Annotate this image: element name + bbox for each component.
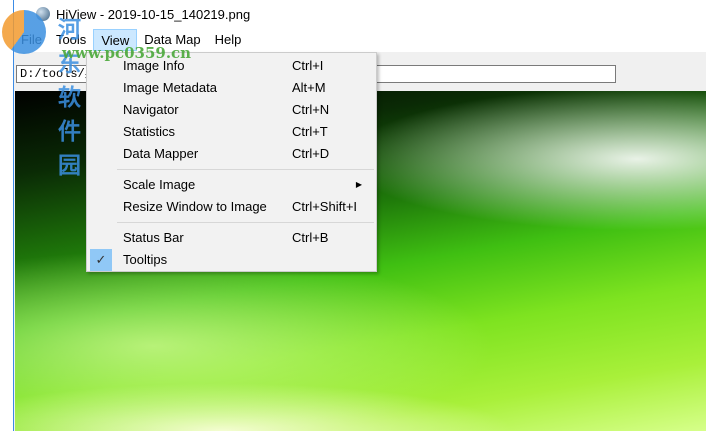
checkmark-icon: ✓ [90,249,112,271]
menu-tools[interactable]: Tools [49,29,93,51]
menu-item-label: Navigator [123,102,179,117]
menu-item-image-metadata[interactable]: Image Metadata Alt+M [87,77,376,99]
menu-file[interactable]: File [14,29,49,51]
menu-item-statistics[interactable]: Statistics Ctrl+T [87,121,376,143]
menu-item-navigator[interactable]: Navigator Ctrl+N [87,99,376,121]
menu-item-data-mapper[interactable]: Data Mapper Ctrl+D [87,143,376,165]
background-window-edge [0,0,14,431]
menu-item-label: Image Metadata [123,80,217,95]
menu-item-shortcut: Ctrl+D [292,146,330,161]
menu-item-image-info[interactable]: Image Info Ctrl+I [87,55,376,77]
menu-item-status-bar[interactable]: Status Bar Ctrl+B [87,227,376,249]
menu-item-label: Statistics [123,124,176,139]
menu-item-label: Status Bar [123,230,184,245]
menu-item-shortcut: Ctrl+Shift+I [292,199,358,214]
menu-item-tooltips[interactable]: ✓ Tooltips [87,249,376,271]
menu-bar: File Tools View Data Map Help [14,28,706,52]
menu-item-label: Resize Window to Image [123,199,267,214]
menu-separator [117,169,374,170]
menu-item-label: Tooltips [123,252,168,267]
menu-item-shortcut: Ctrl+I [292,58,324,73]
menu-item-resize-window[interactable]: Resize Window to Image Ctrl+Shift+I [87,196,376,218]
menu-item-shortcut: Ctrl+T [292,124,328,139]
view-menu-dropdown: Image Info Ctrl+I Image Metadata Alt+M Nav… [86,52,377,272]
menu-help[interactable]: Help [208,29,249,51]
submenu-arrow-icon: ▶ [355,180,362,189]
menu-item-shortcut: Alt+M [292,80,326,95]
menu-item-shortcut: Ctrl+B [292,230,329,245]
menu-data-map[interactable]: Data Map [137,29,207,51]
window-title: HiView - 2019-10-15_140219.png [56,6,251,22]
app-icon [36,7,50,21]
menu-item-label: Scale Image [123,177,196,192]
menu-item-shortcut: Ctrl+N [292,102,330,117]
menu-separator [117,222,374,223]
title-bar: HiView - 2019-10-15_140219.png [14,0,706,28]
menu-item-scale-image[interactable]: Scale Image ▶ [87,174,376,196]
menu-view[interactable]: View [93,29,138,51]
menu-item-label: Image Info [123,58,185,73]
menu-item-label: Data Mapper [123,146,199,161]
